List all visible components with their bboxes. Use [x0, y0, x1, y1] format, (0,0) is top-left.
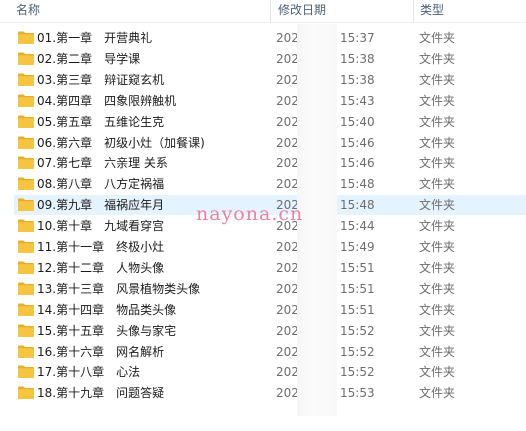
file-name: 02.第二章 导学课 — [37, 51, 141, 66]
file-row[interactable]: 05.第五章 五维论生克 2025 15:40 文件夹 — [14, 112, 526, 132]
file-type: 文件夹 — [419, 260, 456, 275]
file-row[interactable]: 02.第二章 导学课 2025 15:38 文件夹 — [14, 49, 526, 69]
file-type: 文件夹 — [419, 93, 456, 108]
file-modified-time: 15:52 — [340, 344, 375, 359]
folder-icon — [18, 261, 34, 274]
folder-icon — [18, 282, 34, 295]
file-name: 17.第十八章 心法 — [37, 365, 141, 380]
file-name: 11.第十一章 终极小灶 — [37, 240, 165, 254]
folder-icon — [18, 345, 34, 358]
folder-icon — [18, 219, 34, 233]
file-name: 12.第十二章 人物头像 — [37, 260, 165, 275]
file-modified-time: 15:49 — [340, 240, 375, 254]
file-name: 01.第一章 开营典礼 — [37, 31, 153, 45]
folder-icon — [18, 198, 34, 212]
folder-icon — [18, 136, 34, 149]
file-modified-time: 15:52 — [340, 323, 375, 338]
file-row[interactable]: 13.第十三章 风景植物类头像 2025 15:51 文件夹 — [14, 279, 526, 299]
file-modified-time: 15:40 — [340, 114, 375, 129]
file-type: 文件夹 — [419, 198, 456, 213]
column-header-name[interactable]: 名称 — [10, 0, 268, 22]
file-row[interactable]: 09.第九章 福祸应年月 2025 15:48 文件夹 — [14, 195, 526, 216]
folder-icon — [18, 115, 34, 128]
folder-icon — [18, 386, 34, 400]
file-type: 文件夹 — [419, 156, 456, 171]
file-modified-time: 15:37 — [340, 31, 375, 45]
file-modified-time: 15:53 — [340, 386, 375, 401]
file-name: 13.第十三章 风景植物类头像 — [37, 281, 201, 296]
file-modified-time: 15:38 — [340, 72, 375, 87]
file-modified-time: 15:38 — [340, 51, 375, 66]
folder-icon — [18, 177, 34, 191]
file-type: 文件夹 — [419, 386, 456, 401]
column-divider[interactable] — [270, 0, 271, 22]
file-modified-time: 15:44 — [340, 219, 375, 234]
file-name: 16.第十六章 网名解析 — [37, 344, 165, 359]
file-modified-time: 15:51 — [340, 260, 375, 275]
file-row[interactable]: 11.第十一章 终极小灶 2025 15:49 文件夹 — [14, 237, 526, 257]
file-type: 文件夹 — [419, 365, 456, 380]
file-modified-time: 15:51 — [340, 302, 375, 317]
file-type: 文件夹 — [419, 177, 456, 192]
file-row[interactable]: 08.第八章 八方定祸福 2025 15:48 文件夹 — [14, 174, 526, 194]
file-name: 18.第十九章 问题答疑 — [37, 386, 165, 401]
file-row[interactable]: 16.第十六章 网名解析 2025 15:52 文件夹 — [14, 342, 526, 362]
file-name: 06.第六章 初级小灶（加餐课) — [37, 135, 205, 150]
column-header-type[interactable]: 类型 — [414, 0, 526, 22]
file-name: 05.第五章 五维论生克 — [37, 114, 165, 129]
file-row[interactable]: 06.第六章 初级小灶（加餐课) 2025 15:46 文件夹 — [14, 133, 526, 153]
folder-icon — [18, 31, 34, 44]
file-type: 文件夹 — [419, 344, 456, 359]
folder-icon — [18, 52, 34, 65]
folder-icon — [18, 324, 34, 337]
folder-icon — [18, 303, 34, 316]
file-modified-time: 15:51 — [340, 281, 375, 296]
folder-icon — [18, 94, 34, 107]
column-header-bar: 名称 修改日期 类型 — [0, 0, 526, 23]
file-type: 文件夹 — [419, 219, 456, 234]
file-row[interactable]: 12.第十二章 人物头像 2025 15:51 文件夹 — [14, 258, 526, 278]
file-name: 03.第三章 辩证窥玄机 — [37, 72, 165, 87]
file-name: 04.第四章 四象限辨触机 — [37, 93, 177, 108]
file-modified-time: 15:52 — [340, 365, 375, 380]
folder-icon — [18, 73, 34, 86]
file-type: 文件夹 — [419, 135, 456, 150]
file-modified-time: 15:48 — [340, 198, 375, 213]
file-type: 文件夹 — [419, 240, 456, 254]
file-type: 文件夹 — [419, 31, 456, 45]
folder-icon — [18, 240, 34, 253]
file-row[interactable]: 14.第十四章 物品类头像 2025 15:51 文件夹 — [14, 300, 526, 320]
file-row[interactable]: 01.第一章 开营典礼 2025 15:37 文件夹 — [14, 28, 526, 48]
file-row[interactable]: 07.第七章 六亲理 关系 2025 15:46 文件夹 — [14, 153, 526, 173]
folder-icon — [18, 156, 34, 170]
file-name: 14.第十四章 物品类头像 — [37, 302, 177, 317]
folder-icon — [18, 365, 34, 379]
file-row[interactable]: 18.第十九章 问题答疑 2025 15:53 文件夹 — [14, 383, 526, 403]
file-type: 文件夹 — [419, 51, 456, 66]
file-name: 07.第七章 六亲理 关系 — [37, 156, 168, 171]
column-header-date[interactable]: 修改日期 — [272, 0, 412, 22]
file-type: 文件夹 — [419, 114, 456, 129]
file-name: 09.第九章 福祸应年月 — [37, 198, 165, 213]
file-row[interactable]: 15.第十五章 头像与家宅 2025 15:52 文件夹 — [14, 321, 526, 341]
file-row[interactable]: 03.第三章 辩证窥玄机 2025 15:38 文件夹 — [14, 70, 526, 90]
file-row[interactable]: 04.第四章 四象限辨触机 2025 15:43 文件夹 — [14, 91, 526, 111]
file-row[interactable]: 17.第十八章 心法 2025 15:52 文件夹 — [14, 362, 526, 382]
file-modified-time: 15:43 — [340, 93, 375, 108]
file-row[interactable]: 10.第十章 九域看穿宫 2025 15:44 文件夹 — [14, 216, 526, 236]
file-type: 文件夹 — [419, 72, 456, 87]
file-modified-time: 15:46 — [340, 135, 375, 150]
redacted-date-area — [297, 24, 337, 416]
file-type: 文件夹 — [419, 281, 456, 296]
file-name: 15.第十五章 头像与家宅 — [37, 323, 177, 338]
file-type: 文件夹 — [419, 323, 456, 338]
file-name: 08.第八章 八方定祸福 — [37, 177, 165, 192]
file-modified-time: 15:48 — [340, 177, 375, 192]
file-modified-time: 15:46 — [340, 156, 375, 171]
file-type: 文件夹 — [419, 302, 456, 317]
file-name: 10.第十章 九域看穿宫 — [37, 219, 165, 234]
file-explorer-window: 名称 修改日期 类型 01.第一章 开营典礼 2025 15:37 文件夹 02.第二章… — [0, 0, 526, 431]
